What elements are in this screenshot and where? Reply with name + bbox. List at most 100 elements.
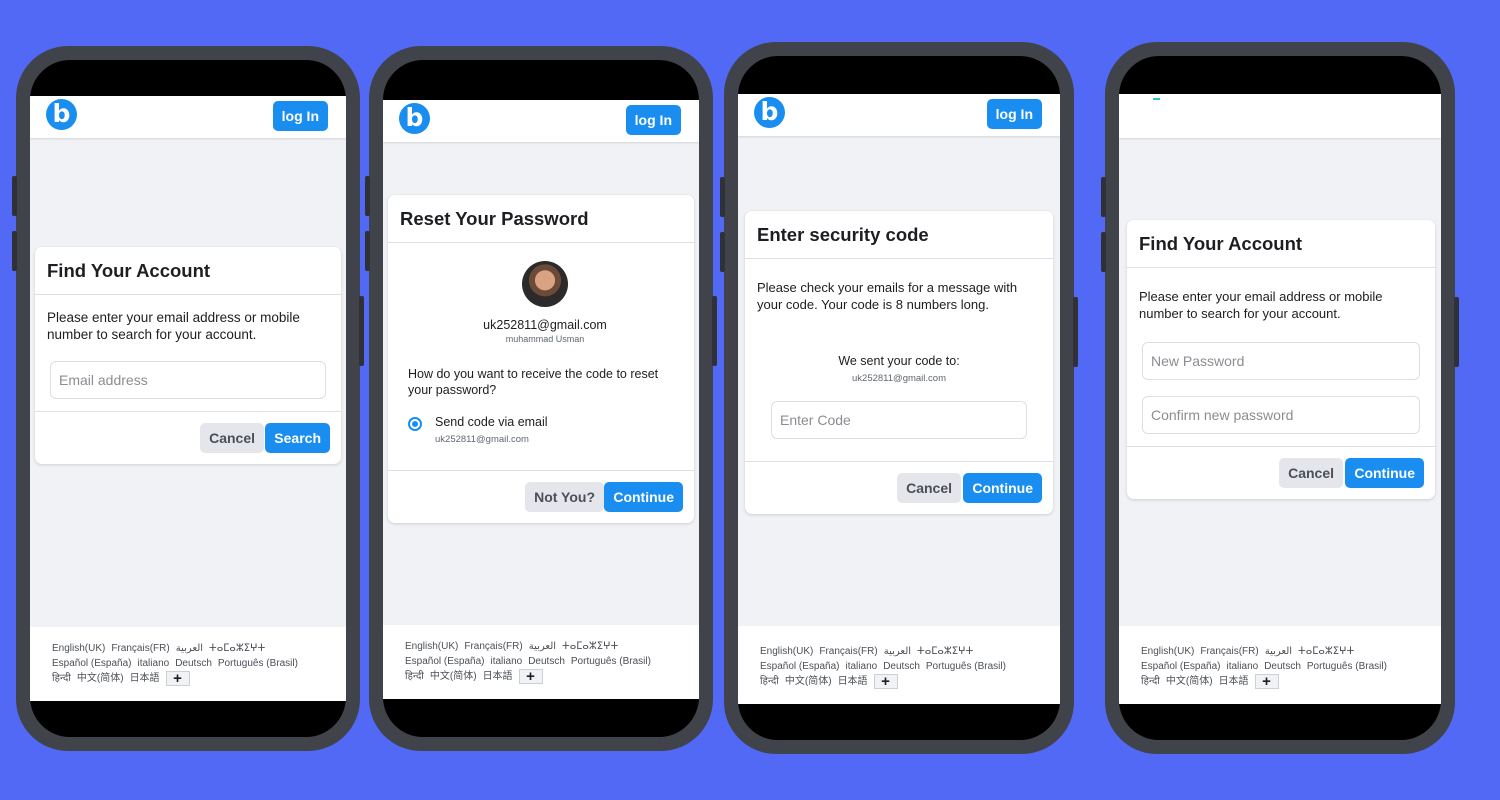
side-button	[365, 231, 370, 271]
lang-link[interactable]: Deutsch	[175, 658, 212, 669]
logo-icon[interactable]: b	[754, 97, 785, 128]
lang-link[interactable]: Español (España)	[405, 656, 485, 667]
screen-2: b log In Reset Your Password uk252811@gm…	[383, 60, 699, 737]
lang-link[interactable]: ⵜⴰⵎⴰⵣⵉⵖⵜ	[1298, 646, 1354, 657]
lang-link[interactable]: 日本語	[1219, 676, 1249, 687]
lang-link[interactable]: Deutsch	[1264, 661, 1301, 672]
side-button	[12, 176, 17, 216]
logo-icon[interactable]: b	[399, 103, 430, 134]
lang-link[interactable]: Português (Brasil)	[218, 658, 298, 669]
lang-link[interactable]: Português (Brasil)	[926, 661, 1006, 672]
card-title: Enter security code	[745, 211, 1053, 259]
email-option[interactable]: Send code via email uk252811@gmail.com	[408, 414, 682, 448]
avatar	[522, 261, 568, 307]
screen-4: Find Your Account Please enter your emai…	[1119, 56, 1441, 740]
login-button[interactable]: log In	[986, 99, 1042, 129]
page-content: b log In Enter security code Please chec…	[738, 94, 1060, 704]
lang-link[interactable]: العربية	[176, 643, 203, 654]
reset-question: How do you want to receive the code to r…	[408, 367, 659, 397]
reset-password-card: Reset Your Password uk252811@gmail.com m…	[388, 195, 694, 523]
confirm-password-input[interactable]	[1142, 396, 1420, 434]
lang-link[interactable]: Français(FR)	[1200, 646, 1258, 657]
lang-link[interactable]: Français(FR)	[464, 641, 522, 652]
more-languages-button[interactable]: +	[873, 674, 898, 689]
lang-link[interactable]: 中文(简体)	[785, 676, 832, 687]
lang-link[interactable]: Português (Brasil)	[1307, 661, 1387, 672]
lang-link[interactable]: 日本語	[483, 671, 513, 682]
lang-link[interactable]: हिन्दी	[405, 671, 424, 682]
lang-link[interactable]: ⵜⴰⵎⴰⵣⵉⵖⵜ	[209, 643, 265, 654]
lang-link[interactable]: English(UK)	[760, 646, 813, 657]
login-button[interactable]: log In	[625, 105, 681, 135]
lang-link[interactable]: English(UK)	[405, 641, 458, 652]
lang-link[interactable]: italiano	[1227, 661, 1259, 672]
cancel-button[interactable]: Cancel	[897, 473, 961, 503]
lang-link[interactable]: Português (Brasil)	[571, 656, 651, 667]
continue-button[interactable]: Continue	[1345, 458, 1424, 488]
lang-link[interactable]: 日本語	[838, 676, 868, 687]
language-footer: English(UK) Français(FR) العربية ⵜⴰⵎⴰⵣⵉⵖⵜ E…	[738, 626, 1060, 704]
code-input[interactable]	[771, 401, 1027, 439]
cancel-button[interactable]: Cancel	[200, 423, 264, 453]
more-languages-button[interactable]: +	[518, 669, 543, 684]
option-email: uk252811@gmail.com	[435, 434, 529, 445]
lang-link[interactable]: Français(FR)	[111, 643, 169, 654]
cancel-button[interactable]: Cancel	[1279, 458, 1343, 488]
security-code-card: Enter security code Please check your em…	[745, 211, 1053, 514]
lang-link[interactable]: Español (España)	[52, 658, 132, 669]
lang-link[interactable]: Deutsch	[528, 656, 565, 667]
radio-selected-icon[interactable]	[408, 417, 422, 431]
screen-3: b log In Enter security code Please chec…	[738, 56, 1060, 740]
lang-link[interactable]: العربية	[884, 646, 911, 657]
phone-3: b log In Enter security code Please chec…	[720, 42, 1078, 754]
card-description: Please check your emails for a message w…	[757, 280, 1018, 312]
lang-link[interactable]: Français(FR)	[819, 646, 877, 657]
lang-link[interactable]: 中文(简体)	[430, 671, 477, 682]
lang-link[interactable]: हिन्दी	[760, 676, 779, 687]
side-button	[12, 231, 17, 271]
lang-link[interactable]: italiano	[138, 658, 170, 669]
page-content: Find Your Account Please enter your emai…	[1119, 94, 1441, 704]
card-description: Please enter your email address or mobil…	[1139, 289, 1383, 321]
lang-link[interactable]: العربية	[1265, 646, 1292, 657]
lang-link[interactable]: italiano	[491, 656, 523, 667]
lang-link[interactable]: ⵜⴰⵎⴰⵣⵉⵖⵜ	[917, 646, 973, 657]
lang-link[interactable]: Español (España)	[760, 661, 840, 672]
card-title: Find Your Account	[1127, 220, 1435, 268]
lang-link[interactable]: English(UK)	[1141, 646, 1194, 657]
not-you-button[interactable]: Not You?	[525, 482, 604, 512]
lang-link[interactable]: 中文(简体)	[77, 673, 124, 684]
continue-button[interactable]: Continue	[963, 473, 1042, 503]
lang-link[interactable]: ⵜⴰⵎⴰⵣⵉⵖⵜ	[562, 641, 618, 652]
email-input[interactable]	[50, 361, 326, 399]
new-password-input[interactable]	[1142, 342, 1420, 380]
lang-link[interactable]: 日本語	[130, 673, 160, 684]
lang-link[interactable]: English(UK)	[52, 643, 105, 654]
phone-1: b log In Find Your Account Please enter …	[12, 46, 364, 751]
logo-fragment	[1153, 98, 1160, 100]
more-languages-button[interactable]: +	[1254, 674, 1279, 689]
page-content: b log In Reset Your Password uk252811@gm…	[383, 100, 699, 699]
lang-link[interactable]: हिन्दी	[52, 673, 71, 684]
lang-link[interactable]: italiano	[846, 661, 878, 672]
search-button[interactable]: Search	[265, 423, 330, 453]
lang-link[interactable]: Español (España)	[1141, 661, 1221, 672]
lang-link[interactable]: हिन्दी	[1141, 676, 1160, 687]
new-password-card: Find Your Account Please enter your emai…	[1127, 220, 1435, 499]
side-button	[1101, 177, 1106, 217]
login-button[interactable]: log In	[272, 101, 328, 131]
more-languages-button[interactable]: +	[165, 671, 190, 686]
top-header: b log In	[30, 96, 346, 138]
card-title: Find Your Account	[35, 247, 341, 295]
logo-icon[interactable]: b	[46, 99, 77, 130]
power-button	[1454, 297, 1459, 367]
lang-link[interactable]: العربية	[529, 641, 556, 652]
card-description: Please enter your email address or mobil…	[47, 310, 300, 342]
continue-button[interactable]: Continue	[604, 482, 683, 512]
lang-link[interactable]: Deutsch	[883, 661, 920, 672]
account-email: uk252811@gmail.com	[483, 318, 607, 332]
language-footer: English(UK) Français(FR) العربية ⵜⴰⵎⴰⵣⵉⵖⵜ E…	[30, 627, 346, 701]
lang-link[interactable]: 中文(简体)	[1166, 676, 1213, 687]
power-button	[1073, 297, 1078, 367]
phone-4: Find Your Account Please enter your emai…	[1101, 42, 1459, 754]
